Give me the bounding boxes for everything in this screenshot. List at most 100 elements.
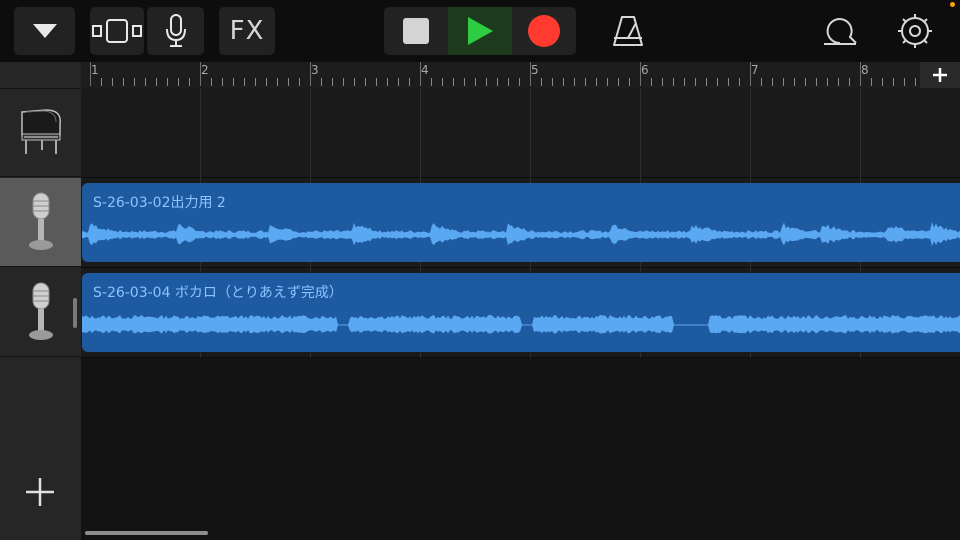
ruler-tick (409, 78, 410, 86)
ruler-tick (299, 78, 300, 86)
view-toggle-button[interactable] (90, 7, 144, 55)
ruler-tick (112, 78, 113, 86)
settings-button[interactable] (893, 7, 937, 55)
ruler-tick (662, 78, 663, 86)
ruler-tick (123, 78, 124, 86)
ruler-bar-number: 2 (201, 63, 209, 77)
ruler-tick (673, 78, 674, 86)
fx-button[interactable]: FX (219, 7, 275, 55)
track-header-piano[interactable] (0, 88, 81, 177)
ruler-tick (134, 78, 135, 86)
ruler-tick (717, 78, 718, 86)
ruler-tick (816, 78, 817, 86)
record-button[interactable] (512, 7, 576, 55)
ruler-tick (904, 78, 905, 86)
ruler-tick (277, 78, 278, 86)
ruler-tick (750, 62, 751, 86)
ruler-tick (882, 78, 883, 86)
ruler-tick (321, 78, 322, 86)
input-settings-button[interactable] (147, 7, 204, 55)
ruler-tick (453, 78, 454, 86)
timeline-ruler[interactable]: 1 2 3 4 5 6 7 8 (81, 62, 960, 89)
track-resize-handle[interactable] (73, 298, 77, 328)
ruler-tick (794, 78, 795, 86)
ruler-bar-number: 3 (311, 63, 319, 77)
ruler-tick (530, 62, 531, 86)
vocal-microphone-icon (28, 192, 53, 250)
ruler-tick (145, 78, 146, 86)
ruler-tick (90, 62, 91, 86)
triangle-down-icon (32, 24, 57, 38)
ruler-tick (497, 78, 498, 86)
ruler-tick (178, 78, 179, 86)
play-button[interactable] (448, 7, 512, 55)
scroll-indicator[interactable] (85, 531, 208, 535)
ruler-bar-number: 1 (91, 63, 99, 77)
status-dot (950, 2, 955, 7)
track-header-audio-1[interactable] (0, 178, 81, 267)
audio-region[interactable]: S-26-03-04 ボカロ（とりあえず完成） (82, 273, 960, 352)
ruler-tick (871, 78, 872, 86)
add-section-button[interactable] (920, 62, 960, 88)
ruler-tick (222, 78, 223, 86)
ruler-tick (728, 78, 729, 86)
ruler-tick (310, 62, 311, 86)
ruler-bar-number: 7 (751, 63, 759, 77)
ruler-tick (860, 62, 861, 86)
grand-piano-icon (20, 109, 61, 154)
ruler-tick (585, 78, 586, 86)
stop-button[interactable] (384, 7, 448, 55)
waveform (82, 221, 960, 247)
ruler-bar-number: 6 (641, 63, 649, 77)
ruler-tick (387, 78, 388, 86)
track-headers (0, 62, 81, 540)
gear-icon (898, 14, 932, 48)
transport-controls (384, 7, 576, 55)
track-lane-piano[interactable] (81, 88, 960, 178)
ruler-tick (508, 78, 509, 86)
ruler-tick (475, 78, 476, 86)
ruler-tick (332, 78, 333, 86)
ruler-tick (288, 78, 289, 86)
ruler-tick (805, 78, 806, 86)
ruler-tick (398, 78, 399, 86)
stop-icon (403, 18, 429, 44)
audio-region[interactable]: S-26-03-02出力用 2 (82, 183, 960, 262)
ruler-tick (739, 78, 740, 86)
ruler-tick (376, 78, 377, 86)
ruler-tick (200, 62, 201, 86)
ruler-tick (420, 62, 421, 86)
ruler-tick (156, 78, 157, 86)
track-header-audio-2[interactable] (0, 268, 81, 357)
ruler-tick (255, 78, 256, 86)
loops-button[interactable] (816, 7, 864, 55)
add-track-button[interactable] (22, 474, 58, 510)
browser-menu-button[interactable] (14, 7, 75, 55)
ruler-bar-number: 5 (531, 63, 539, 77)
ruler-tick (651, 78, 652, 86)
waveform (82, 315, 960, 334)
ruler-tick (618, 78, 619, 86)
ruler-tick (244, 78, 245, 86)
vocal-microphone-icon (28, 282, 53, 340)
ruler-tick (442, 78, 443, 86)
ruler-tick (783, 78, 784, 86)
ruler-tick (827, 78, 828, 86)
ruler-tick (893, 78, 894, 86)
tracks-area[interactable]: S-26-03-02出力用 2 S-26-03-04 ボカロ（とりあえず完成） (81, 88, 960, 540)
empty-track-area (81, 358, 960, 540)
fx-label: FX (229, 16, 265, 46)
ruler-tick (343, 78, 344, 86)
ruler-tick (189, 78, 190, 86)
ruler-tick (849, 78, 850, 86)
ruler-bar-number: 4 (421, 63, 429, 77)
ruler-tick (838, 78, 839, 86)
ruler-tick (706, 78, 707, 86)
metronome-button[interactable] (606, 7, 650, 55)
ruler-tick (266, 78, 267, 86)
ruler-tick (486, 78, 487, 86)
ruler-tick (772, 78, 773, 86)
ruler-tick (354, 78, 355, 86)
ruler-tick (541, 78, 542, 86)
plus-icon (933, 68, 947, 82)
